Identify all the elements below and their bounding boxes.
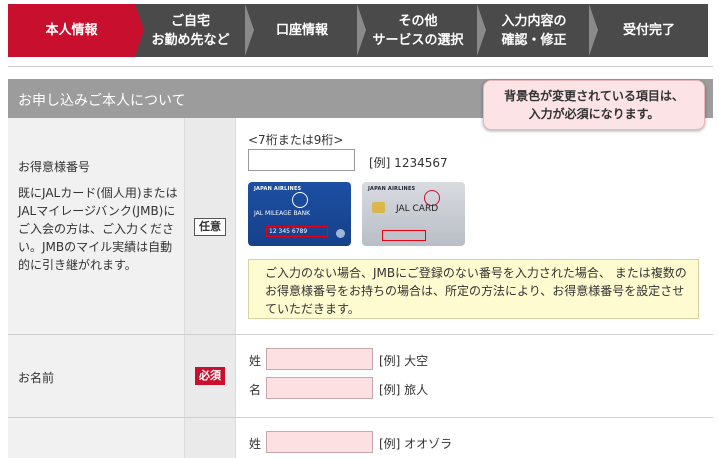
field-content-cell: 姓 [例] 大空 名 [例] 旅人 — [236, 335, 713, 417]
section-title: お申し込みご本人について — [18, 93, 186, 109]
kana-row: 姓 [例] オオゾラ — [8, 418, 713, 458]
membership-number-input[interactable] — [248, 149, 355, 171]
membership-info-box: ご入力のない場合、JMBにご登録のない番号を入力された場合、 または複数のお得意… — [248, 259, 699, 319]
kana-last-name-label: 姓 — [249, 437, 262, 451]
step-account-info: 口座情報 — [246, 3, 367, 57]
badge-cell: 必須 — [185, 335, 236, 417]
step-label: 本人情報 — [45, 23, 98, 38]
name-row: お名前 必須 姓 [例] 大空 名 [例] 旅人 — [8, 335, 713, 418]
name-title: お名前 — [18, 371, 55, 385]
field-content-cell: 姓 [例] オオゾラ — [236, 418, 713, 458]
card-number-highlight — [382, 230, 426, 241]
card-brand: JAPAN AIRLINES — [368, 186, 416, 192]
globe-icon — [336, 229, 345, 238]
step-label: 口座情報 — [275, 23, 328, 38]
first-name-label: 名 — [249, 383, 262, 397]
membership-number-description: 既にJALカード(個人用)またはJALマイレージバンク(JMB)にご入会の方は、… — [18, 186, 178, 272]
step-label: その他 サービスの選択 — [372, 13, 464, 48]
step-label: ご自宅 お勤め先など — [151, 13, 230, 48]
badge-cell — [185, 418, 236, 458]
first-name-input[interactable] — [266, 377, 373, 399]
field-label-cell: お得意様番号 既にJALカード(個人用)またはJALマイレージバンク(JMB)に… — [8, 118, 185, 334]
field-label-cell: お名前 — [8, 335, 185, 417]
required-notice: 背景色が変更されている項目は、 入力が必須になります。 — [483, 80, 705, 130]
jmb-card-image: JAPAN AIRLINES JAL MILEAGE BANK 12 345 6… — [248, 182, 351, 246]
kana-last-name-input[interactable] — [266, 431, 373, 453]
first-name-example: [例] 旅人 — [379, 383, 429, 397]
step-home-work: ご自宅 お勤め先など — [135, 3, 255, 57]
field-content-cell: <7桁または9桁> [例] 1234567 JAPAN AIRLINES JAL… — [236, 118, 713, 334]
card-number-highlight: 12 345 6789 — [266, 226, 328, 237]
last-name-example: [例] 大空 — [379, 354, 429, 368]
card-program-name: JAL CARD — [396, 204, 439, 214]
jal-card-image: JAPAN AIRLINES JAL CARD — [362, 182, 465, 246]
field-label-cell — [8, 418, 185, 458]
membership-number-example: [例] 1234567 — [369, 156, 448, 170]
optional-badge: 任意 — [194, 218, 226, 236]
step-label: 入力内容の 確認・修正 — [501, 13, 567, 48]
card-brand: JAPAN AIRLINES — [254, 186, 302, 192]
membership-number-title: お得意様番号 — [18, 160, 91, 174]
last-name-input[interactable] — [266, 348, 373, 370]
divider — [8, 66, 713, 67]
membership-number-row: お得意様番号 既にJALカード(個人用)またはJALマイレージバンク(JMB)に… — [8, 118, 713, 335]
crane-logo-icon — [292, 192, 308, 208]
kana-last-name-example: [例] オオゾラ — [379, 437, 453, 451]
card-chip-icon — [372, 202, 385, 213]
card-program-name: JAL MILEAGE BANK — [254, 210, 311, 217]
step-other-services: その他 サービスの選択 — [358, 3, 487, 57]
required-notice-text: 背景色が変更されている項目は、 入力が必須になります。 — [504, 89, 684, 121]
step-confirm: 入力内容の 確認・修正 — [478, 3, 599, 57]
last-name-label: 姓 — [249, 354, 262, 368]
step-complete: 受付完了 — [590, 4, 708, 57]
step-progress-bar: 本人情報 ご自宅 お勤め先など 口座情報 その他 サービスの選択 入力内容の 確… — [8, 3, 708, 57]
step-personal-info: 本人情報 — [8, 4, 144, 57]
digit-hint: <7桁または9桁> — [248, 133, 344, 147]
required-badge: 必須 — [195, 367, 225, 385]
step-label: 受付完了 — [622, 23, 675, 38]
badge-cell: 任意 — [185, 118, 236, 334]
